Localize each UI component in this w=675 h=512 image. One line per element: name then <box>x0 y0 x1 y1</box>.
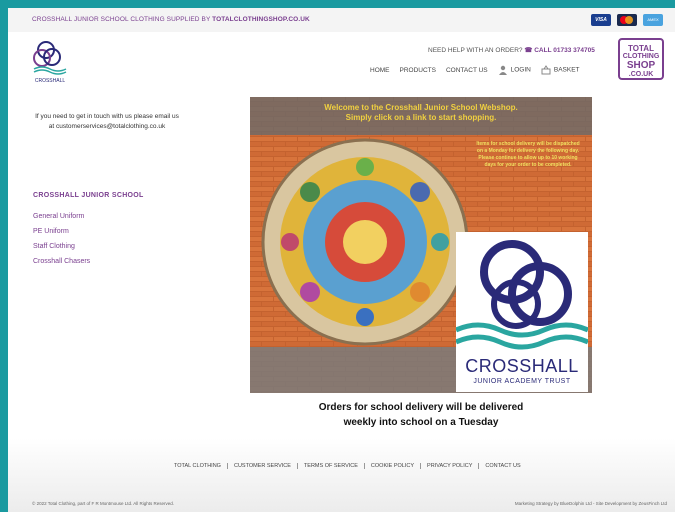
site-credits: Marketing Strategy by BlueDolphin Ltd - … <box>514 501 667 506</box>
basket-icon <box>541 65 551 75</box>
mastercard-icon <box>617 14 637 26</box>
sidebar-item-staff-clothing[interactable]: Staff Clothing <box>33 243 90 250</box>
trust-logo-icon <box>456 240 588 350</box>
footer-link-privacy-policy[interactable]: PRIVACY POLICY <box>421 463 480 469</box>
sidebar-heading: CROSSHALL JUNIOR SCHOOL <box>33 192 144 199</box>
sidebar-item-crosshall-chasers[interactable]: Crosshall Chasers <box>33 258 90 265</box>
supplier-banner: CROSSHALL JUNIOR SCHOOL CLOTHING SUPPLIE… <box>32 16 310 23</box>
crest-subtitle: JUNIOR ACADEMY TRUST <box>473 378 571 385</box>
total-clothing-shop-logo[interactable]: TOTAL CLOTHING SHOP .CO.UK <box>618 38 664 80</box>
nav-home[interactable]: HOME <box>370 67 390 74</box>
footer-links: TOTAL CLOTHING CUSTOMER SERVICE TERMS OF… <box>168 463 527 469</box>
nav-basket[interactable]: BASKET <box>541 65 580 75</box>
supplier-prefix: CROSSHALL JUNIOR SCHOOL CLOTHING SUPPLIE… <box>32 16 213 23</box>
crest-panel: CROSSHALL JUNIOR ACADEMY TRUST <box>456 232 588 392</box>
school-logo[interactable]: CROSSHALL <box>30 38 70 84</box>
supplier-site-link[interactable]: TOTALCLOTHINGSHOP.CO.UK <box>212 16 310 23</box>
sidebar-links: General Uniform PE Uniform Staff Clothin… <box>33 213 90 265</box>
footer-link-terms[interactable]: TERMS OF SERVICE <box>298 463 365 469</box>
amex-icon: AMEX <box>643 14 663 26</box>
user-icon <box>498 65 507 75</box>
nav-contact[interactable]: CONTACT US <box>446 67 488 74</box>
footer-link-total-clothing[interactable]: TOTAL CLOTHING <box>168 463 228 469</box>
sidebar-item-general-uniform[interactable]: General Uniform <box>33 213 90 220</box>
footer-link-contact-us[interactable]: CONTACT US <box>479 463 526 469</box>
school-crest-icon: CROSSHALL <box>33 41 67 84</box>
hero-title: Welcome to the Crosshall Junior School W… <box>324 103 518 122</box>
copyright: © 2022 Total Clothing, part of F R Montm… <box>32 501 175 506</box>
svg-text:CROSSHALL: CROSSHALL <box>35 78 66 84</box>
help-text: NEED HELP WITH AN ORDER? <box>428 47 523 54</box>
hero-delivery-note: Items for school delivery will be dispat… <box>476 141 580 168</box>
help-line: NEED HELP WITH AN ORDER? ☎ CALL 01733 37… <box>428 46 595 54</box>
nav-products[interactable]: PRODUCTS <box>400 67 436 74</box>
sidebar-item-pe-uniform[interactable]: PE Uniform <box>33 228 90 235</box>
crest-title: CROSSHALL <box>465 356 579 376</box>
page: CROSSHALL JUNIOR SCHOOL CLOTHING SUPPLIE… <box>8 8 675 512</box>
payment-cards: VISA AMEX <box>591 14 663 26</box>
visa-icon: VISA <box>591 14 611 26</box>
footer-link-customer-service[interactable]: CUSTOMER SERVICE <box>228 463 298 469</box>
hero-banner: Welcome to the Crosshall Junior School W… <box>250 97 592 393</box>
footer-link-cookie-policy[interactable]: COOKIE POLICY <box>365 463 422 469</box>
top-bar: CROSSHALL JUNIOR SCHOOL CLOTHING SUPPLIE… <box>8 8 675 32</box>
contact-message: If you need to get in touch with us plea… <box>35 113 179 130</box>
nav-login[interactable]: LOGIN <box>498 65 531 75</box>
phone-link[interactable]: ☎ CALL 01733 374705 <box>524 47 595 54</box>
main-nav: HOME PRODUCTS CONTACT US LOGIN BASKET <box>370 65 580 75</box>
delivery-notice: Orders for school delivery will be deliv… <box>318 402 524 428</box>
